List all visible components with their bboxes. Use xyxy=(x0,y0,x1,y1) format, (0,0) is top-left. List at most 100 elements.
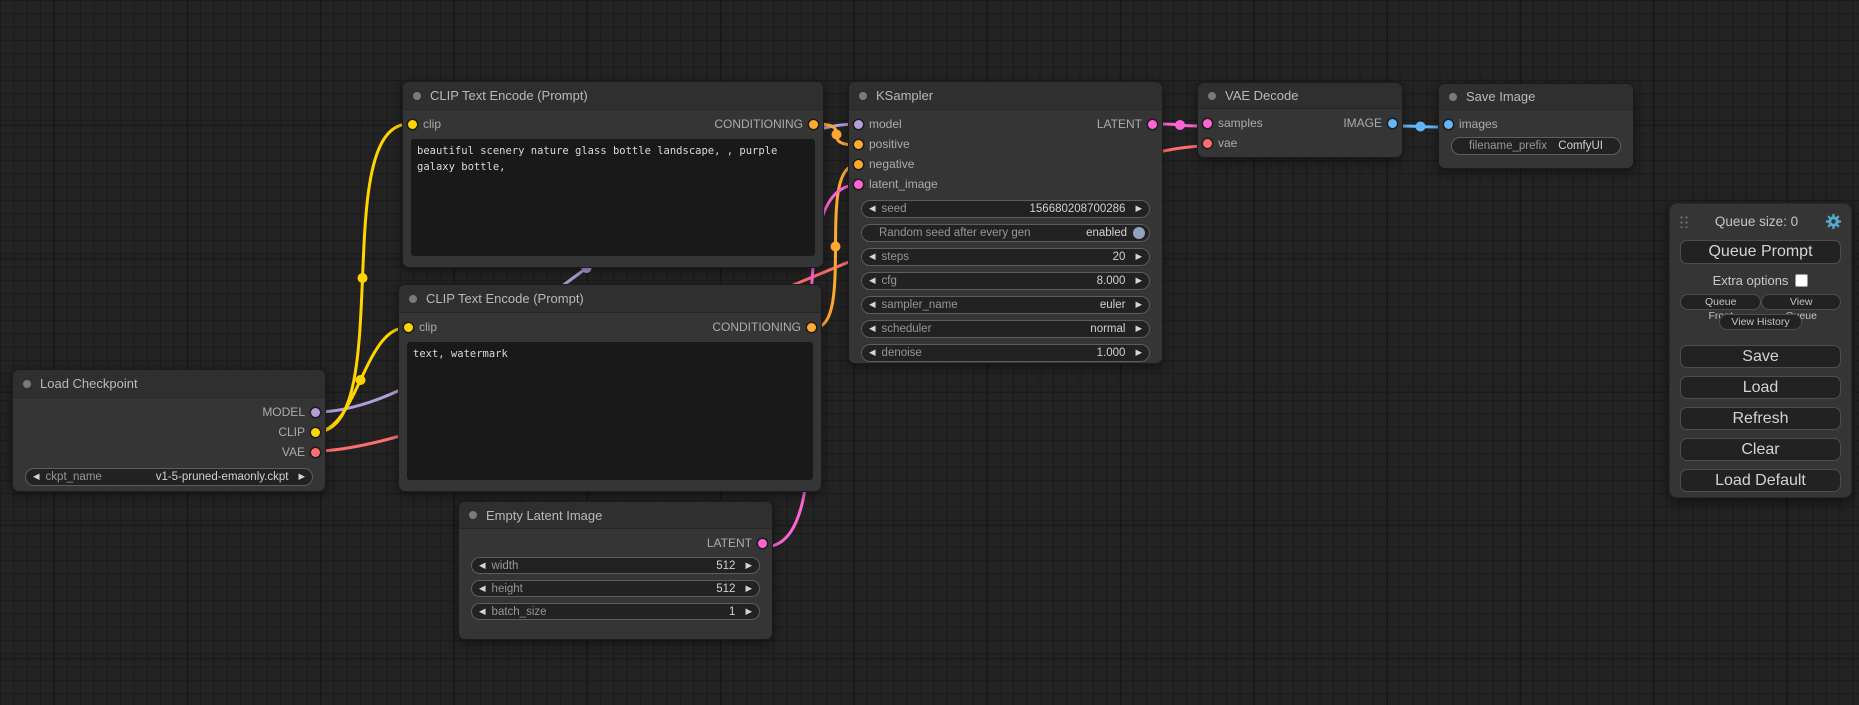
toggle-knob-icon[interactable] xyxy=(1133,227,1145,239)
slot-row: vae xyxy=(1198,133,1402,153)
node-title-bar[interactable]: CLIP Text Encode (Prompt) xyxy=(399,285,821,313)
input-slot-negative[interactable] xyxy=(854,160,863,169)
seed-number-widget[interactable]: ◀ seed 156680208700286 ▶ xyxy=(861,200,1150,218)
stepper-right-arrow-icon[interactable]: ▶ xyxy=(1135,204,1142,214)
node-title-bar[interactable]: Load Checkpoint xyxy=(13,370,325,398)
stepper-left-arrow-icon[interactable]: ◀ xyxy=(869,348,876,358)
input-slot-clip[interactable] xyxy=(408,120,417,129)
load-default-button[interactable]: Load Default xyxy=(1680,469,1841,492)
node-ksampler[interactable]: KSampler model LATENT positive negative … xyxy=(848,81,1163,364)
stepper-right-arrow-icon[interactable]: ▶ xyxy=(745,584,752,594)
ckpt-name-combo[interactable]: ◀ ckpt_name v1-5-pruned-emaonly.ckpt ▶ xyxy=(25,468,313,486)
stepper-right-arrow-icon[interactable]: ▶ xyxy=(745,607,752,617)
denoise-number-widget[interactable]: ◀ denoise 1.000 ▶ xyxy=(861,344,1150,362)
extra-options-checkbox[interactable] xyxy=(1795,274,1808,287)
queue-prompt-button[interactable]: Queue Prompt xyxy=(1680,240,1841,264)
prompt-textarea[interactable]: beautiful scenery nature glass bottle la… xyxy=(411,139,815,256)
combo-left-arrow-icon[interactable]: ◀ xyxy=(869,324,876,334)
scheduler-combo[interactable]: ◀ scheduler normal ▶ xyxy=(861,320,1150,338)
node-clip-text-encode-negative[interactable]: CLIP Text Encode (Prompt) clip CONDITION… xyxy=(398,284,822,492)
slot-row: positive xyxy=(849,134,1162,154)
stepper-left-arrow-icon[interactable]: ◀ xyxy=(869,204,876,214)
cfg-number-widget[interactable]: ◀ cfg 8.000 ▶ xyxy=(861,272,1150,290)
input-slot-positive[interactable] xyxy=(854,140,863,149)
batch-size-number-widget[interactable]: ◀ batch_size 1 ▶ xyxy=(471,603,760,620)
combo-left-arrow-icon[interactable]: ◀ xyxy=(869,300,876,310)
node-save-image[interactable]: Save Image images filename_prefix ComfyU… xyxy=(1438,83,1634,169)
input-slot-model[interactable] xyxy=(854,120,863,129)
random-seed-toggle-widget[interactable]: Random seed after every gen enabled xyxy=(861,224,1150,242)
node-title-bar[interactable]: Empty Latent Image xyxy=(459,502,772,529)
height-number-widget[interactable]: ◀ height 512 ▶ xyxy=(471,580,760,597)
node-load-checkpoint[interactable]: Load Checkpoint MODEL CLIP VAE ◀ ckpt_na… xyxy=(12,369,326,492)
input-slot-images[interactable] xyxy=(1444,120,1453,129)
link-midpoint-dot[interactable] xyxy=(831,242,841,252)
steps-number-widget[interactable]: ◀ steps 20 ▶ xyxy=(861,248,1150,266)
widget-value: 512 xyxy=(716,583,735,595)
node-vae-decode[interactable]: VAE Decode samples IMAGE vae xyxy=(1197,82,1403,158)
stepper-right-arrow-icon[interactable]: ▶ xyxy=(1135,348,1142,358)
output-slot-vae[interactable] xyxy=(311,448,320,457)
node-empty-latent-image[interactable]: Empty Latent Image LATENT ◀ width 512 ▶ … xyxy=(458,501,773,640)
stepper-left-arrow-icon[interactable]: ◀ xyxy=(479,584,486,594)
load-button[interactable]: Load xyxy=(1680,376,1841,399)
combo-right-arrow-icon[interactable]: ▶ xyxy=(1135,300,1142,310)
filename-prefix-widget[interactable]: filename_prefix ComfyUI xyxy=(1451,137,1621,155)
stepper-left-arrow-icon[interactable]: ◀ xyxy=(479,607,486,617)
sampler-name-combo[interactable]: ◀ sampler_name euler ▶ xyxy=(861,296,1150,314)
link-midpoint-dot[interactable] xyxy=(356,375,366,385)
width-number-widget[interactable]: ◀ width 512 ▶ xyxy=(471,557,760,574)
output-slot-conditioning[interactable] xyxy=(809,120,818,129)
combo-right-arrow-icon[interactable]: ▶ xyxy=(1135,324,1142,334)
node-title-bar[interactable]: Save Image xyxy=(1439,84,1633,110)
settings-gear-icon[interactable] xyxy=(1825,213,1842,230)
view-history-button[interactable]: View History xyxy=(1719,314,1801,330)
input-slot-samples[interactable] xyxy=(1203,119,1212,128)
node-collapse-dot-icon[interactable] xyxy=(23,380,31,388)
stepper-right-arrow-icon[interactable]: ▶ xyxy=(745,561,752,571)
stepper-left-arrow-icon[interactable]: ◀ xyxy=(869,276,876,286)
save-button[interactable]: Save xyxy=(1680,345,1841,368)
stepper-right-arrow-icon[interactable]: ▶ xyxy=(1135,276,1142,286)
output-slot-latent[interactable] xyxy=(1148,120,1157,129)
node-title-bar[interactable]: KSampler xyxy=(849,82,1162,110)
node-body: clip CONDITIONING text, watermark xyxy=(399,313,821,491)
widget-value: 156680208700286 xyxy=(1030,203,1126,215)
node-title-bar[interactable]: VAE Decode xyxy=(1198,83,1402,109)
clear-button[interactable]: Clear xyxy=(1680,438,1841,461)
output-label: CLIP xyxy=(278,425,305,439)
output-slot-latent[interactable] xyxy=(758,539,767,548)
node-collapse-dot-icon[interactable] xyxy=(1208,92,1216,100)
input-slot-vae[interactable] xyxy=(1203,139,1212,148)
stepper-left-arrow-icon[interactable]: ◀ xyxy=(869,252,876,262)
node-collapse-dot-icon[interactable] xyxy=(413,92,421,100)
combo-left-arrow-icon[interactable]: ◀ xyxy=(33,472,40,482)
node-collapse-dot-icon[interactable] xyxy=(469,511,477,519)
link-midpoint-dot[interactable] xyxy=(358,273,368,283)
output-slot-image[interactable] xyxy=(1388,119,1397,128)
widget-label: cfg xyxy=(882,275,897,287)
link-midpoint-dot[interactable] xyxy=(1175,120,1185,130)
prompt-textarea[interactable]: text, watermark xyxy=(407,342,813,480)
input-slot-clip[interactable] xyxy=(404,323,413,332)
stepper-right-arrow-icon[interactable]: ▶ xyxy=(1135,252,1142,262)
link-midpoint-dot[interactable] xyxy=(832,130,842,140)
drag-handle-icon[interactable] xyxy=(1679,214,1688,228)
output-slot-model[interactable] xyxy=(311,408,320,417)
output-slot-conditioning[interactable] xyxy=(807,323,816,332)
queue-front-button[interactable]: Queue Front xyxy=(1680,294,1761,310)
stepper-left-arrow-icon[interactable]: ◀ xyxy=(479,561,486,571)
link-midpoint-dot[interactable] xyxy=(1416,122,1426,132)
refresh-button[interactable]: Refresh xyxy=(1680,407,1841,430)
node-title-bar[interactable]: CLIP Text Encode (Prompt) xyxy=(403,82,823,110)
node-collapse-dot-icon[interactable] xyxy=(1449,93,1457,101)
node-clip-text-encode-positive[interactable]: CLIP Text Encode (Prompt) clip CONDITION… xyxy=(402,81,824,268)
view-queue-button[interactable]: View Queue xyxy=(1761,294,1841,310)
input-slot-latent-image[interactable] xyxy=(854,180,863,189)
combo-right-arrow-icon[interactable]: ▶ xyxy=(298,472,305,482)
node-collapse-dot-icon[interactable] xyxy=(859,92,867,100)
node-graph-canvas[interactable]: Load Checkpoint MODEL CLIP VAE ◀ ckpt_na… xyxy=(0,0,1859,705)
output-slot-clip[interactable] xyxy=(311,428,320,437)
widget-label: denoise xyxy=(882,347,922,359)
node-collapse-dot-icon[interactable] xyxy=(409,295,417,303)
